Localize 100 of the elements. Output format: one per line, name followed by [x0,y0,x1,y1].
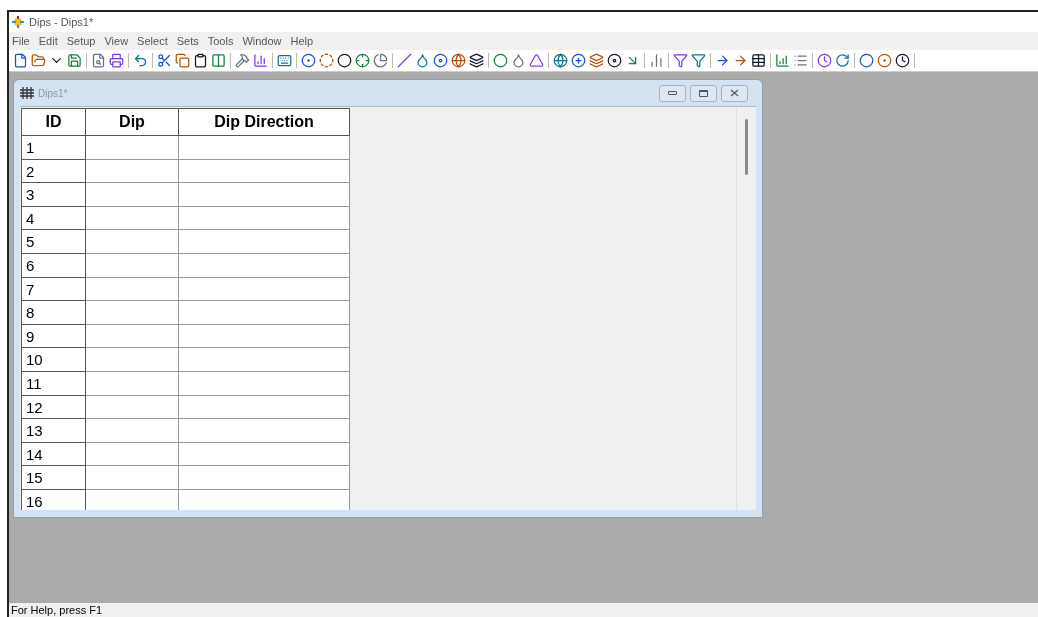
table-cell[interactable] [179,489,350,510]
table-cell[interactable] [179,159,350,184]
crosshair-icon[interactable] [355,53,370,68]
menu-item[interactable]: File [12,32,30,50]
row-header[interactable]: 1 [21,136,86,160]
bar-chart-icon[interactable] [649,53,664,68]
menu-item[interactable]: Setup [66,32,96,50]
list-icon[interactable] [793,53,808,68]
row-header[interactable]: 12 [21,395,86,420]
bar-chart-icon[interactable] [253,53,268,68]
row-header[interactable]: 9 [21,324,86,349]
scissors-icon[interactable] [157,53,172,68]
printer-icon[interactable] [109,53,124,68]
table-icon[interactable] [751,53,766,68]
row-header[interactable]: 2 [21,159,86,184]
row-header[interactable]: 3 [21,183,86,207]
row-header[interactable]: 16 [21,489,86,510]
table-cell[interactable] [86,371,179,396]
row-header[interactable]: 7 [21,277,86,302]
rotate-icon[interactable] [835,53,850,68]
table-cell[interactable] [86,348,179,372]
row-header[interactable]: 10 [21,348,86,372]
table-cell[interactable] [179,136,350,160]
table-cell[interactable] [86,136,179,160]
table-cell[interactable] [179,301,350,325]
arrow-icon[interactable] [715,53,730,68]
menu-item[interactable]: Help [290,32,314,50]
menu-item[interactable]: Sets [176,32,199,50]
column-header[interactable]: Dip Direction [179,108,350,136]
table-cell[interactable] [86,301,179,325]
keyboard-icon[interactable] [277,53,292,68]
row-header[interactable]: 13 [21,419,86,443]
table-cell[interactable] [179,466,350,490]
circle-icon[interactable] [859,53,874,68]
table-cell[interactable] [179,395,350,420]
table-cell[interactable] [179,183,350,207]
table-cell[interactable] [179,206,350,231]
folder-icon[interactable] [31,53,46,68]
save-icon[interactable] [67,53,82,68]
table-cell[interactable] [86,395,179,420]
row-header[interactable]: 4 [21,206,86,231]
plus-circle-icon[interactable] [571,53,586,68]
maximize-button[interactable] [690,84,717,102]
clock-icon[interactable] [895,53,910,68]
circle-icon[interactable] [337,53,352,68]
hammer-icon[interactable] [235,53,250,68]
globe-icon[interactable] [451,53,466,68]
bar-chart-icon[interactable] [775,53,790,68]
row-header[interactable]: 5 [21,230,86,254]
menu-item[interactable]: Window [242,32,282,50]
arrow-icon[interactable] [733,53,748,68]
dotted-circle-icon[interactable] [319,53,334,68]
close-button[interactable] [721,84,748,102]
slash-icon[interactable] [397,53,412,68]
filter-icon[interactable] [673,53,688,68]
row-header[interactable]: 15 [21,466,86,490]
table-cell[interactable] [179,324,350,349]
circle-dot-icon[interactable] [301,53,316,68]
columns-icon[interactable] [211,53,226,68]
scrollbar-thumb[interactable] [745,119,748,175]
menu-item[interactable]: Tools [207,32,234,50]
minimize-button[interactable] [659,84,686,102]
table-cell[interactable] [86,230,179,254]
print-preview-icon[interactable] [91,53,106,68]
table-cell[interactable] [179,419,350,443]
new-file-icon[interactable] [13,53,28,68]
clipboard-icon[interactable] [193,53,208,68]
row-header[interactable]: 11 [21,371,86,396]
menu-item[interactable]: Select [137,32,168,50]
table-cell[interactable] [86,183,179,207]
menu-item[interactable]: View [104,32,129,50]
table-cell[interactable] [179,442,350,467]
table-cell[interactable] [86,419,179,443]
table-cell[interactable] [86,253,179,278]
row-header[interactable]: 8 [21,301,86,325]
column-header[interactable]: ID [21,108,86,136]
copy-icon[interactable] [175,53,190,68]
table-cell[interactable] [179,277,350,302]
table-cell[interactable] [86,489,179,510]
row-header[interactable]: 6 [21,253,86,278]
row-header[interactable]: 14 [21,442,86,467]
pie-chart-icon[interactable] [373,53,388,68]
table-cell[interactable] [179,348,350,372]
table-cell[interactable] [86,206,179,231]
drop-icon[interactable] [415,53,430,68]
table-cell[interactable] [179,371,350,396]
table-cell[interactable] [86,324,179,349]
disc-icon[interactable] [433,53,448,68]
menu-item[interactable]: Edit [38,32,58,50]
table-cell[interactable] [179,230,350,254]
table-cell[interactable] [86,159,179,184]
table-cell[interactable] [86,466,179,490]
triangle-icon[interactable] [529,53,544,68]
undo-icon[interactable] [133,53,148,68]
layers-icon[interactable] [469,53,484,68]
table-cell[interactable] [179,253,350,278]
filter-icon[interactable] [691,53,706,68]
table-cell[interactable] [86,442,179,467]
disc-icon[interactable] [607,53,622,68]
column-header[interactable]: Dip [86,108,179,136]
